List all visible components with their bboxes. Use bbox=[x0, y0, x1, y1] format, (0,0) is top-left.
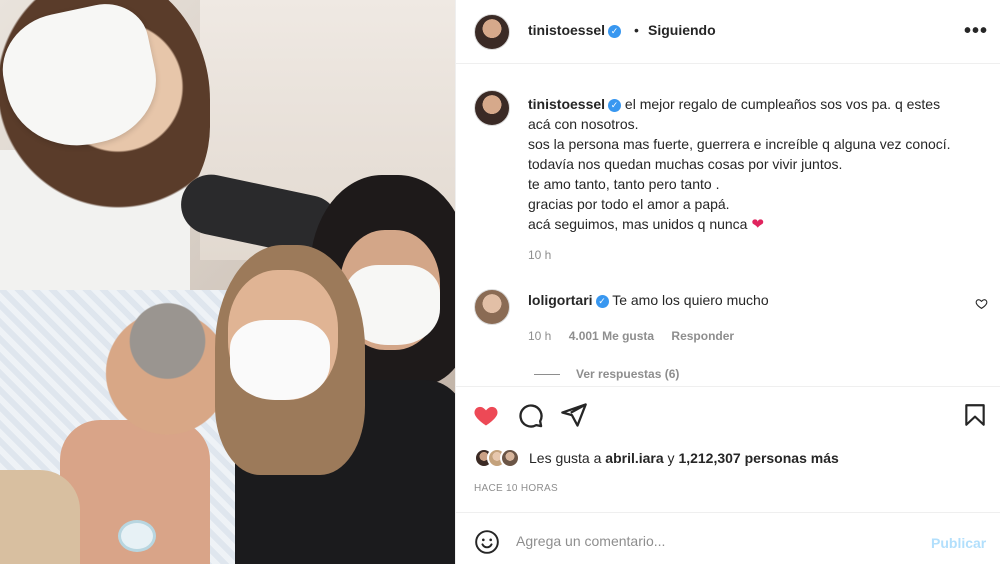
separator-dot: • bbox=[634, 22, 639, 38]
comment-input[interactable] bbox=[516, 527, 916, 555]
caption-line: todavía nos quedan muchas cosas por vivi… bbox=[528, 156, 843, 172]
emoji-picker-icon[interactable] bbox=[474, 529, 500, 555]
post-sidebar: tinistoessel ✓ • Siguiendo ••• tinistoess… bbox=[455, 0, 1000, 564]
bookmark-icon[interactable] bbox=[962, 401, 990, 429]
red-heart-emoji-icon: ❤ bbox=[751, 216, 764, 233]
caption-line: acá con nosotros. bbox=[528, 116, 639, 132]
caption-author-avatar[interactable] bbox=[474, 90, 510, 126]
author-username[interactable]: tinistoessel ✓ bbox=[528, 22, 622, 38]
post-actions-bar bbox=[456, 386, 1000, 444]
following-button[interactable]: Siguiendo bbox=[648, 22, 716, 38]
more-options-icon[interactable]: ••• bbox=[964, 20, 988, 43]
likes-conjunction: y bbox=[667, 450, 675, 466]
view-replies-button[interactable]: Ver respuestas (6) bbox=[534, 367, 679, 381]
comment-body: Te amo los quiero mucho bbox=[612, 292, 769, 308]
liked-heart-icon[interactable] bbox=[472, 401, 500, 429]
commenter-avatar[interactable] bbox=[474, 289, 510, 325]
share-paper-plane-icon[interactable] bbox=[560, 401, 588, 429]
commenter-username[interactable]: loligortari bbox=[528, 292, 593, 308]
caption-line: gracias por todo el amor a papá. bbox=[528, 196, 730, 212]
comment-text: loligortari ✓ Te amo los quiero mucho bbox=[528, 292, 769, 308]
comment-meta: 10 h 4.001 Me gusta Responder bbox=[528, 329, 748, 343]
verified-icon: ✓ bbox=[595, 295, 609, 308]
caption-username[interactable]: tinistoessel bbox=[528, 96, 605, 112]
photo-face-mask bbox=[230, 320, 330, 400]
photo-blanket bbox=[0, 470, 80, 564]
post-header: tinistoessel ✓ • Siguiendo ••• bbox=[456, 0, 1000, 64]
verified-icon: ✓ bbox=[608, 25, 622, 38]
verified-icon: ✓ bbox=[608, 99, 622, 112]
instagram-post-modal: tinistoessel ✓ • Siguiendo ••• tinistoess… bbox=[0, 0, 1000, 564]
comment-timestamp[interactable]: 10 h bbox=[528, 329, 551, 343]
caption-line: acá seguimos, mas unidos q nunca bbox=[528, 216, 748, 232]
caption-line: el mejor regalo de cumpleaños sos vos pa… bbox=[624, 96, 941, 112]
caption-timestamp[interactable]: 10 h bbox=[528, 248, 551, 262]
replies-divider bbox=[534, 373, 560, 375]
comment-like-count[interactable]: 4.001 Me gusta bbox=[569, 329, 654, 343]
liker-avatar[interactable] bbox=[500, 448, 520, 468]
likes-summary: Les gusta a abril.iara y 1,212,307 perso… bbox=[474, 447, 839, 469]
comment-bubble-icon[interactable] bbox=[516, 401, 544, 429]
post-timestamp[interactable]: HACE 10 HORAS bbox=[474, 483, 558, 494]
publish-button[interactable]: Publicar bbox=[931, 535, 986, 551]
author-avatar[interactable] bbox=[474, 14, 510, 50]
comment-like-heart-icon[interactable] bbox=[975, 297, 988, 313]
post-photo[interactable] bbox=[0, 0, 455, 564]
likes-others-count[interactable]: 1,212,307 personas más bbox=[678, 450, 838, 466]
caption-line: te amo tanto, tanto pero tanto . bbox=[528, 176, 720, 192]
caption-text: tinistoessel ✓ el mejor regalo de cumplea… bbox=[528, 94, 993, 235]
view-replies-label: Ver respuestas (6) bbox=[576, 367, 680, 381]
liker-username[interactable]: abril.iara bbox=[605, 450, 663, 466]
comment-composer: Publicar bbox=[456, 512, 1000, 564]
caption-line: sos la persona mas fuerte, guerrera e in… bbox=[528, 136, 951, 152]
likes-text: Les gusta a abril.iara y 1,212,307 perso… bbox=[529, 450, 839, 466]
photo-electrode bbox=[118, 520, 156, 552]
likes-prefix: Les gusta a bbox=[529, 450, 602, 466]
comment-reply-button[interactable]: Responder bbox=[671, 329, 734, 343]
